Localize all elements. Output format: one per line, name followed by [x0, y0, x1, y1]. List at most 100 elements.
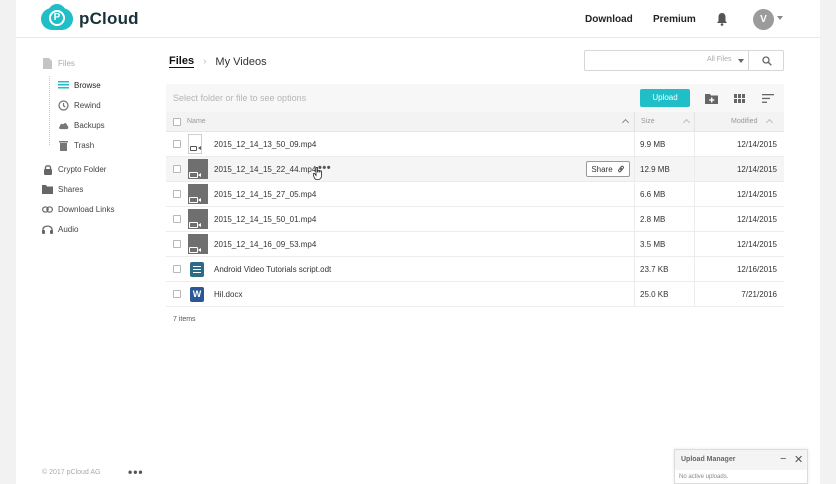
sidebar: Files Browse Rewind Backups Trash Crypto…	[16, 39, 166, 484]
new-folder-icon[interactable]	[704, 91, 718, 105]
user-avatar[interactable]: V	[753, 9, 774, 30]
notifications-bell-icon[interactable]	[716, 12, 728, 26]
table-row[interactable]: 2015_12_14_15_50_01.mp4 2.8 MB 12/14/201…	[166, 207, 784, 232]
breadcrumb-files[interactable]: Files	[169, 55, 195, 68]
copyright-text: © 2017 pCloud AG	[42, 469, 101, 476]
select-all-checkbox[interactable]	[173, 118, 181, 126]
column-modified[interactable]: Modified	[731, 118, 757, 125]
toolbar: Select folder or file to see options Upl…	[166, 84, 784, 112]
hand-cursor-icon	[312, 166, 323, 182]
tree-connector	[49, 76, 50, 145]
upload-manager-title: Upload Manager	[681, 456, 736, 463]
download-link[interactable]: Download	[585, 0, 633, 38]
page: P pCloud Download Premium V Files Browse…	[16, 0, 820, 484]
link-icon	[617, 165, 624, 173]
file-size: 9.9 MB	[640, 140, 666, 149]
table-row[interactable]: W Hil.docx 25.0 KB 7/21/2016	[166, 282, 784, 307]
sidebar-item-audio[interactable]: Audio	[42, 222, 78, 236]
toolbar-hint: Select folder or file to see options	[173, 93, 307, 103]
file-modified: 12/14/2015	[736, 240, 777, 249]
file-modified: 12/14/2015	[736, 165, 777, 174]
file-name[interactable]: 2015_12_14_15_27_05.mp4	[214, 190, 316, 199]
file-name[interactable]: 2015_12_14_16_09_53.mp4	[214, 240, 316, 249]
sort-up-icon[interactable]	[621, 118, 630, 127]
table-row[interactable]: 2015_12_14_16_09_53.mp4 3.5 MB 12/14/201…	[166, 232, 784, 257]
video-thumbnail-icon	[188, 209, 208, 229]
rewind-icon	[58, 99, 69, 111]
table-row[interactable]: 2015_12_14_15_22_44.mp4 ••• Share 12.9 M…	[166, 157, 784, 182]
breadcrumb-separator: ›	[203, 56, 207, 67]
file-modified: 12/14/2015	[736, 215, 777, 224]
headphones-icon	[42, 224, 53, 235]
minimize-icon[interactable]: −	[780, 453, 786, 465]
sort-up-icon[interactable]	[682, 118, 691, 127]
pcloud-logo[interactable]: P pCloud	[41, 4, 139, 30]
row-checkbox[interactable]	[173, 290, 181, 298]
sort-icon[interactable]	[761, 91, 775, 105]
sidebar-item-rewind[interactable]: Rewind	[58, 98, 101, 112]
top-bar: P pCloud Download Premium V	[16, 0, 820, 38]
more-options-icon[interactable]: •••	[128, 465, 144, 479]
items-count: 7 items	[173, 316, 196, 323]
sidebar-item-label: Backups	[74, 120, 105, 130]
file-size: 12.9 MB	[640, 165, 670, 174]
file-name[interactable]: Hil.docx	[214, 290, 242, 299]
file-name[interactable]: 2015_12_14_15_50_01.mp4	[214, 215, 316, 224]
row-checkbox[interactable]	[173, 240, 181, 248]
row-checkbox[interactable]	[173, 215, 181, 223]
file-name[interactable]: Android Video Tutorials script.odt	[214, 265, 331, 274]
sidebar-item-label: Trash	[74, 140, 95, 150]
sidebar-item-backups[interactable]: Backups	[58, 118, 105, 132]
column-name[interactable]: Name	[187, 118, 206, 125]
row-checkbox[interactable]	[173, 265, 181, 273]
sidebar-item-label: Audio	[58, 224, 79, 234]
share-button[interactable]: Share	[586, 161, 630, 177]
link-icon	[42, 204, 53, 215]
file-size: 23.7 KB	[640, 265, 669, 274]
sidebar-item-browse[interactable]: Browse	[58, 78, 101, 92]
sidebar-item-files[interactable]: Files	[42, 56, 75, 70]
file-name[interactable]: 2015_12_14_15_22_44.mp4	[214, 165, 316, 174]
file-modified: 7/21/2016	[741, 290, 777, 299]
row-checkbox[interactable]	[173, 140, 181, 148]
sidebar-item-label: Download Links	[58, 204, 115, 214]
upload-manager-header[interactable]: Upload Manager − ✕	[675, 450, 807, 470]
premium-link[interactable]: Premium	[653, 0, 696, 38]
sidebar-item-label: Rewind	[74, 100, 101, 110]
file-name[interactable]: 2015_12_14_13_50_09.mp4	[214, 140, 316, 149]
shared-folder-icon	[42, 184, 53, 195]
close-icon[interactable]: ✕	[794, 453, 803, 466]
search-filter-select[interactable]: All Files	[707, 56, 732, 63]
upload-button[interactable]: Upload	[640, 89, 690, 107]
chevron-down-icon[interactable]	[738, 59, 744, 63]
column-size[interactable]: Size	[641, 118, 655, 125]
document-icon	[190, 262, 204, 277]
file-size: 2.8 MB	[640, 215, 666, 224]
video-thumbnail-icon	[188, 234, 208, 254]
lock-icon	[42, 164, 53, 175]
table-row[interactable]: 2015_12_14_15_27_05.mp4 6.6 MB 12/14/201…	[166, 182, 784, 207]
grid-view-icon[interactable]	[732, 91, 746, 105]
file-icon	[42, 57, 53, 69]
table-header: Name Size Modified	[166, 112, 784, 132]
chevron-down-icon[interactable]	[777, 16, 783, 20]
upload-status: No active uploads.	[679, 474, 729, 480]
list-icon	[58, 80, 69, 91]
search-button[interactable]	[749, 51, 784, 70]
sidebar-item-shares[interactable]: Shares	[42, 182, 83, 196]
cloud-icon	[58, 120, 69, 131]
table-row[interactable]: Android Video Tutorials script.odt 23.7 …	[166, 257, 784, 282]
search-bar[interactable]: All Files	[584, 50, 784, 71]
video-thumbnail-icon	[188, 184, 208, 204]
sidebar-item-label: Files	[58, 58, 75, 68]
search-icon	[761, 55, 772, 66]
table-row[interactable]: 2015_12_14_13_50_09.mp4 9.9 MB 12/14/201…	[166, 132, 784, 157]
sidebar-item-trash[interactable]: Trash	[58, 138, 94, 152]
breadcrumb: Files › My Videos	[169, 55, 267, 68]
row-checkbox[interactable]	[173, 165, 181, 173]
row-checkbox[interactable]	[173, 190, 181, 198]
sidebar-item-download-links[interactable]: Download Links	[42, 202, 114, 216]
sidebar-item-crypto-folder[interactable]: Crypto Folder	[42, 162, 106, 176]
sidebar-item-label: Shares	[58, 184, 84, 194]
sort-up-icon[interactable]	[765, 118, 774, 127]
